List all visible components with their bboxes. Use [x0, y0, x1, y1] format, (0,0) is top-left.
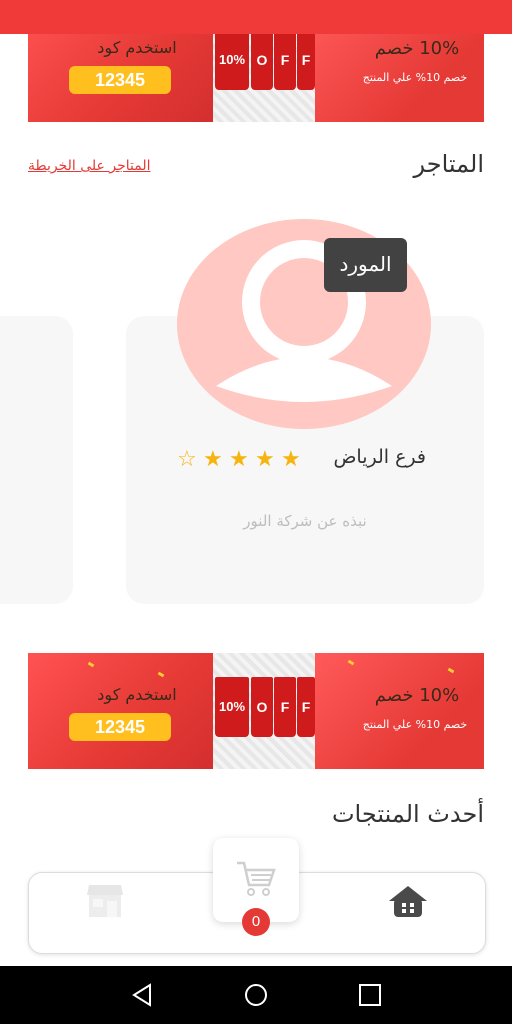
cart-count-badge: 0 — [242, 908, 270, 936]
promo-banner[interactable]: استخدم كود 12345 10% O F F 10% خصم خصم 1… — [28, 653, 484, 769]
star-icon: ★ — [255, 447, 275, 472]
tag-f1: F — [274, 30, 296, 90]
tag-f2: F — [297, 30, 315, 90]
discount-title: 10% خصم — [374, 685, 460, 706]
tag-f2: F — [297, 677, 315, 737]
star-icon: ★ — [229, 447, 249, 472]
off-tags-graphic: 10% O F F — [213, 30, 315, 100]
promo-code: 12345 — [69, 713, 171, 741]
discount-subtitle: خصم 10% علي المنتج — [362, 71, 468, 84]
tag-percent: 10% — [215, 30, 249, 90]
star-half-icon: ☆ — [177, 447, 197, 472]
star-icon: ★ — [281, 447, 301, 472]
tag-o: O — [251, 677, 273, 737]
discount-subtitle: خصم 10% علي المنتج — [362, 718, 468, 731]
banner-right-panel — [315, 653, 484, 769]
store-card-previous[interactable] — [0, 316, 73, 604]
latest-products-title: أحدث المنتجات — [331, 800, 484, 828]
supplier-badge: المورد — [324, 238, 407, 292]
stores-map-link[interactable]: المتاجر على الخريطة — [28, 158, 150, 174]
home-button-icon[interactable] — [241, 980, 271, 1010]
off-tags-graphic: 10% O F F — [213, 677, 315, 747]
status-bar-overlay — [0, 0, 512, 34]
back-icon[interactable] — [128, 980, 158, 1010]
use-code-label: استخدم كود — [97, 38, 177, 57]
use-code-label: استخدم كود — [97, 685, 177, 704]
store-name: فرع الرياض — [333, 446, 426, 468]
tag-o: O — [251, 30, 273, 90]
tag-f1: F — [274, 677, 296, 737]
cart-icon — [237, 861, 276, 896]
store-about: نبذه عن شركة النور — [243, 512, 367, 530]
system-nav-bar — [0, 966, 512, 1024]
star-icon: ★ — [203, 447, 223, 472]
discount-title: 10% خصم — [374, 38, 460, 59]
stores-title: المتاجر — [413, 150, 485, 178]
tag-percent: 10% — [215, 677, 249, 737]
store-rating: ☆ ★ ★ ★ ★ — [177, 448, 307, 472]
home-icon[interactable] — [387, 883, 429, 919]
recents-icon[interactable] — [355, 980, 385, 1010]
banner-left-panel — [28, 653, 213, 769]
store-icon[interactable] — [85, 883, 125, 919]
promo-code: 12345 — [69, 66, 171, 94]
